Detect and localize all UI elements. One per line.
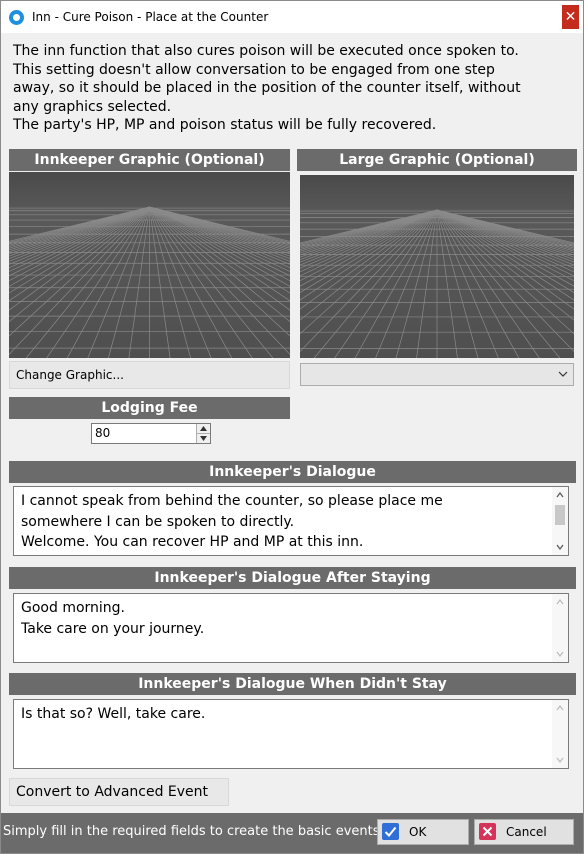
- lodging-fee-input[interactable]: 80: [91, 423, 211, 444]
- convert-advanced-label: Convert to Advanced Event: [16, 784, 209, 800]
- spin-up-button[interactable]: [197, 424, 210, 434]
- dialogue-text: I cannot speak from behind the counter, …: [21, 491, 443, 553]
- ok-label: OK: [409, 825, 427, 839]
- scroll-thumb[interactable]: [555, 505, 565, 525]
- lodging-fee-header: Lodging Fee: [9, 397, 290, 419]
- window-title: Inn - Cure Poison - Place at the Counter: [32, 10, 269, 24]
- dialogue-header: Innkeeper's Dialogue: [9, 461, 576, 483]
- close-icon: ✕: [564, 9, 577, 25]
- dialogue-line: I cannot speak from behind the counter, …: [21, 493, 443, 509]
- dialogue-after-textarea[interactable]: Good morning. Take care on your journey.: [13, 593, 569, 663]
- large-graphic-preview[interactable]: [300, 175, 574, 358]
- description-line: away, so it should be placed in the posi…: [13, 80, 521, 96]
- app-icon: [9, 10, 24, 25]
- dialogue-after-scrollbar[interactable]: [552, 594, 568, 662]
- cancel-label: Cancel: [506, 825, 547, 839]
- convert-advanced-button[interactable]: Convert to Advanced Event: [9, 778, 229, 806]
- scroll-down-icon: [556, 544, 564, 550]
- grid-floor-image: [300, 175, 574, 358]
- change-graphic-label: Change Graphic...: [16, 368, 124, 382]
- dialogue-no-stay-header: Innkeeper's Dialogue When Didn't Stay: [9, 673, 576, 695]
- large-graphic-header: Large Graphic (Optional): [297, 149, 577, 171]
- inn-dialog-window: Inn - Cure Poison - Place at the Counter…: [0, 0, 584, 854]
- check-icon: [382, 823, 399, 840]
- lodging-fee-value: 80: [95, 426, 111, 440]
- spin-up-icon: [200, 426, 207, 431]
- change-graphic-button[interactable]: Change Graphic...: [9, 361, 290, 389]
- x-icon: [479, 823, 496, 840]
- dialogue-textarea[interactable]: I cannot speak from behind the counter, …: [13, 486, 569, 556]
- dialogue-scrollbar[interactable]: [552, 487, 568, 555]
- dialogue-after-line: Take care on your journey.: [21, 620, 205, 637]
- dialogue-no-stay-line: Is that so? Well, take care.: [21, 706, 206, 722]
- innkeeper-graphic-header: Innkeeper Graphic (Optional): [9, 149, 290, 171]
- description-line: This setting doesn't allow conversation …: [13, 61, 495, 78]
- dialogue-no-stay-text: Is that so? Well, take care.: [21, 704, 205, 725]
- spin-down-button[interactable]: [197, 434, 210, 443]
- footer-bar: Simply fill in the required fields to cr…: [1, 813, 583, 853]
- scroll-up-icon: [556, 492, 564, 498]
- ok-button[interactable]: OK: [377, 819, 469, 845]
- scroll-down-icon: [556, 757, 564, 763]
- dialogue-line: somewhere I can be spoken to directly.: [21, 513, 295, 530]
- description-line: any graphics selected.: [13, 98, 172, 115]
- description-line: The party's HP, MP and poison status wil…: [13, 117, 437, 133]
- dialogue-no-stay-scrollbar[interactable]: [552, 700, 568, 768]
- scroll-up-icon: [556, 599, 564, 605]
- cancel-button[interactable]: Cancel: [474, 819, 574, 845]
- description-line: The inn function that also cures poison …: [13, 43, 519, 59]
- scroll-up-icon: [556, 705, 564, 711]
- dialogue-no-stay-textarea[interactable]: Is that so? Well, take care.: [13, 699, 569, 769]
- title-bar: Inn - Cure Poison - Place at the Counter…: [1, 1, 583, 33]
- grid-floor-image: [9, 172, 290, 358]
- dialogue-after-text: Good morning. Take care on your journey.: [21, 598, 204, 639]
- scroll-down-icon: [556, 651, 564, 657]
- dialogue-after-header: Innkeeper's Dialogue After Staying: [9, 567, 576, 589]
- spin-down-icon: [200, 436, 207, 441]
- large-graphic-select[interactable]: [300, 363, 574, 386]
- dialogue-after-line: Good morning.: [21, 600, 126, 616]
- innkeeper-graphic-preview[interactable]: [9, 172, 290, 358]
- dialogue-line: Welcome. You can recover HP and MP at th…: [21, 534, 364, 550]
- description-text: The inn function that also cures poison …: [13, 42, 573, 135]
- spin-buttons: [196, 424, 210, 443]
- footer-hint: Simply fill in the required fields to cr…: [3, 824, 380, 839]
- close-button[interactable]: ✕: [562, 5, 579, 29]
- chevron-down-icon: [558, 371, 568, 377]
